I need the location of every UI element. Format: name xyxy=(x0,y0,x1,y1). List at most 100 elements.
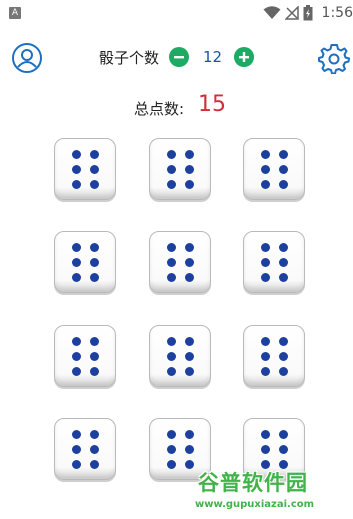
watermark: 谷普软件园 www.gupuxiazai.com xyxy=(192,465,352,519)
dice-count-value: 12 xyxy=(203,48,223,66)
die-pip xyxy=(278,164,288,174)
die-pip xyxy=(89,444,99,454)
die-pip xyxy=(278,257,288,267)
total-points-value: 15 xyxy=(198,92,226,117)
plus-icon xyxy=(239,52,249,62)
settings-button[interactable] xyxy=(318,42,350,75)
die-pip xyxy=(89,242,99,252)
die[interactable] xyxy=(149,325,211,387)
total-points-label: 总点数: xyxy=(134,100,185,118)
profile-button[interactable] xyxy=(11,42,43,74)
die-pip xyxy=(166,257,176,267)
die-pip xyxy=(166,179,176,189)
die-pip xyxy=(89,179,99,189)
increase-dice-button[interactable] xyxy=(234,47,254,67)
die-pip xyxy=(260,179,270,189)
die-pip xyxy=(89,257,99,267)
die-pip xyxy=(89,336,99,346)
die-pip xyxy=(71,336,81,346)
app-notification-icon: A xyxy=(9,7,21,19)
die-pip xyxy=(260,366,270,376)
die-pip xyxy=(184,444,194,454)
die-pip xyxy=(89,272,99,282)
die-pip xyxy=(278,149,288,159)
die-pip xyxy=(278,351,288,361)
die-pip xyxy=(71,459,81,469)
no-signal-icon xyxy=(285,6,299,20)
die-pip xyxy=(278,242,288,252)
die-pip xyxy=(184,242,194,252)
die-pip xyxy=(184,149,194,159)
die-pip xyxy=(166,336,176,346)
wifi-icon xyxy=(263,6,281,19)
die-pip xyxy=(71,242,81,252)
die-pip xyxy=(89,164,99,174)
die-pip xyxy=(260,242,270,252)
die[interactable] xyxy=(54,325,116,387)
die-pip xyxy=(71,164,81,174)
die-pip xyxy=(184,272,194,282)
die-pip xyxy=(71,366,81,376)
die-pip xyxy=(184,351,194,361)
die-pip xyxy=(166,351,176,361)
die-pip xyxy=(278,179,288,189)
die-pip xyxy=(166,242,176,252)
die[interactable] xyxy=(149,231,211,293)
status-bar: A 1:56 xyxy=(0,0,353,28)
die-pip xyxy=(71,272,81,282)
die-pip xyxy=(260,164,270,174)
die-pip xyxy=(260,257,270,267)
die-pip xyxy=(71,257,81,267)
dice-count-label: 骰子个数 xyxy=(99,49,160,67)
die-pip xyxy=(166,272,176,282)
die[interactable] xyxy=(54,418,116,480)
battery-icon xyxy=(303,5,313,21)
die-pip xyxy=(71,149,81,159)
decrease-dice-button[interactable] xyxy=(169,47,189,67)
die-pip xyxy=(71,179,81,189)
die-pip xyxy=(166,429,176,439)
die-pip xyxy=(184,336,194,346)
die-pip xyxy=(184,164,194,174)
die-pip xyxy=(89,459,99,469)
die[interactable] xyxy=(243,325,305,387)
die-pip xyxy=(166,366,176,376)
die-pip xyxy=(260,429,270,439)
die-pip xyxy=(260,336,270,346)
user-icon xyxy=(12,43,42,73)
app-header: 骰子个数 12 xyxy=(0,38,353,78)
die-pip xyxy=(71,444,81,454)
die-pip xyxy=(184,429,194,439)
die-pip xyxy=(166,164,176,174)
die-pip xyxy=(89,429,99,439)
minus-icon xyxy=(174,56,184,59)
die-pip xyxy=(71,429,81,439)
die[interactable] xyxy=(54,138,116,200)
die-pip xyxy=(166,459,176,469)
die[interactable] xyxy=(243,231,305,293)
die-pip xyxy=(184,179,194,189)
die-pip xyxy=(260,149,270,159)
status-icons xyxy=(263,5,313,21)
die-pip xyxy=(71,351,81,361)
die-pip xyxy=(260,272,270,282)
die-pip xyxy=(260,444,270,454)
die-pip xyxy=(89,366,99,376)
watermark-url: www.gupuxiazai.com xyxy=(195,499,315,510)
status-time: 1:56 xyxy=(321,5,353,21)
die[interactable] xyxy=(54,231,116,293)
die-pip xyxy=(184,257,194,267)
die-pip xyxy=(89,351,99,361)
die-pip xyxy=(278,336,288,346)
die-pip xyxy=(260,351,270,361)
watermark-title: 谷普软件园 xyxy=(198,471,308,495)
die-pip xyxy=(278,429,288,439)
die-pip xyxy=(89,149,99,159)
die[interactable] xyxy=(149,138,211,200)
die-pip xyxy=(166,444,176,454)
total-points-row: 总点数: 15 xyxy=(0,92,353,120)
gear-icon xyxy=(318,44,350,75)
die-pip xyxy=(166,149,176,159)
die[interactable] xyxy=(243,138,305,200)
die-pip xyxy=(184,366,194,376)
